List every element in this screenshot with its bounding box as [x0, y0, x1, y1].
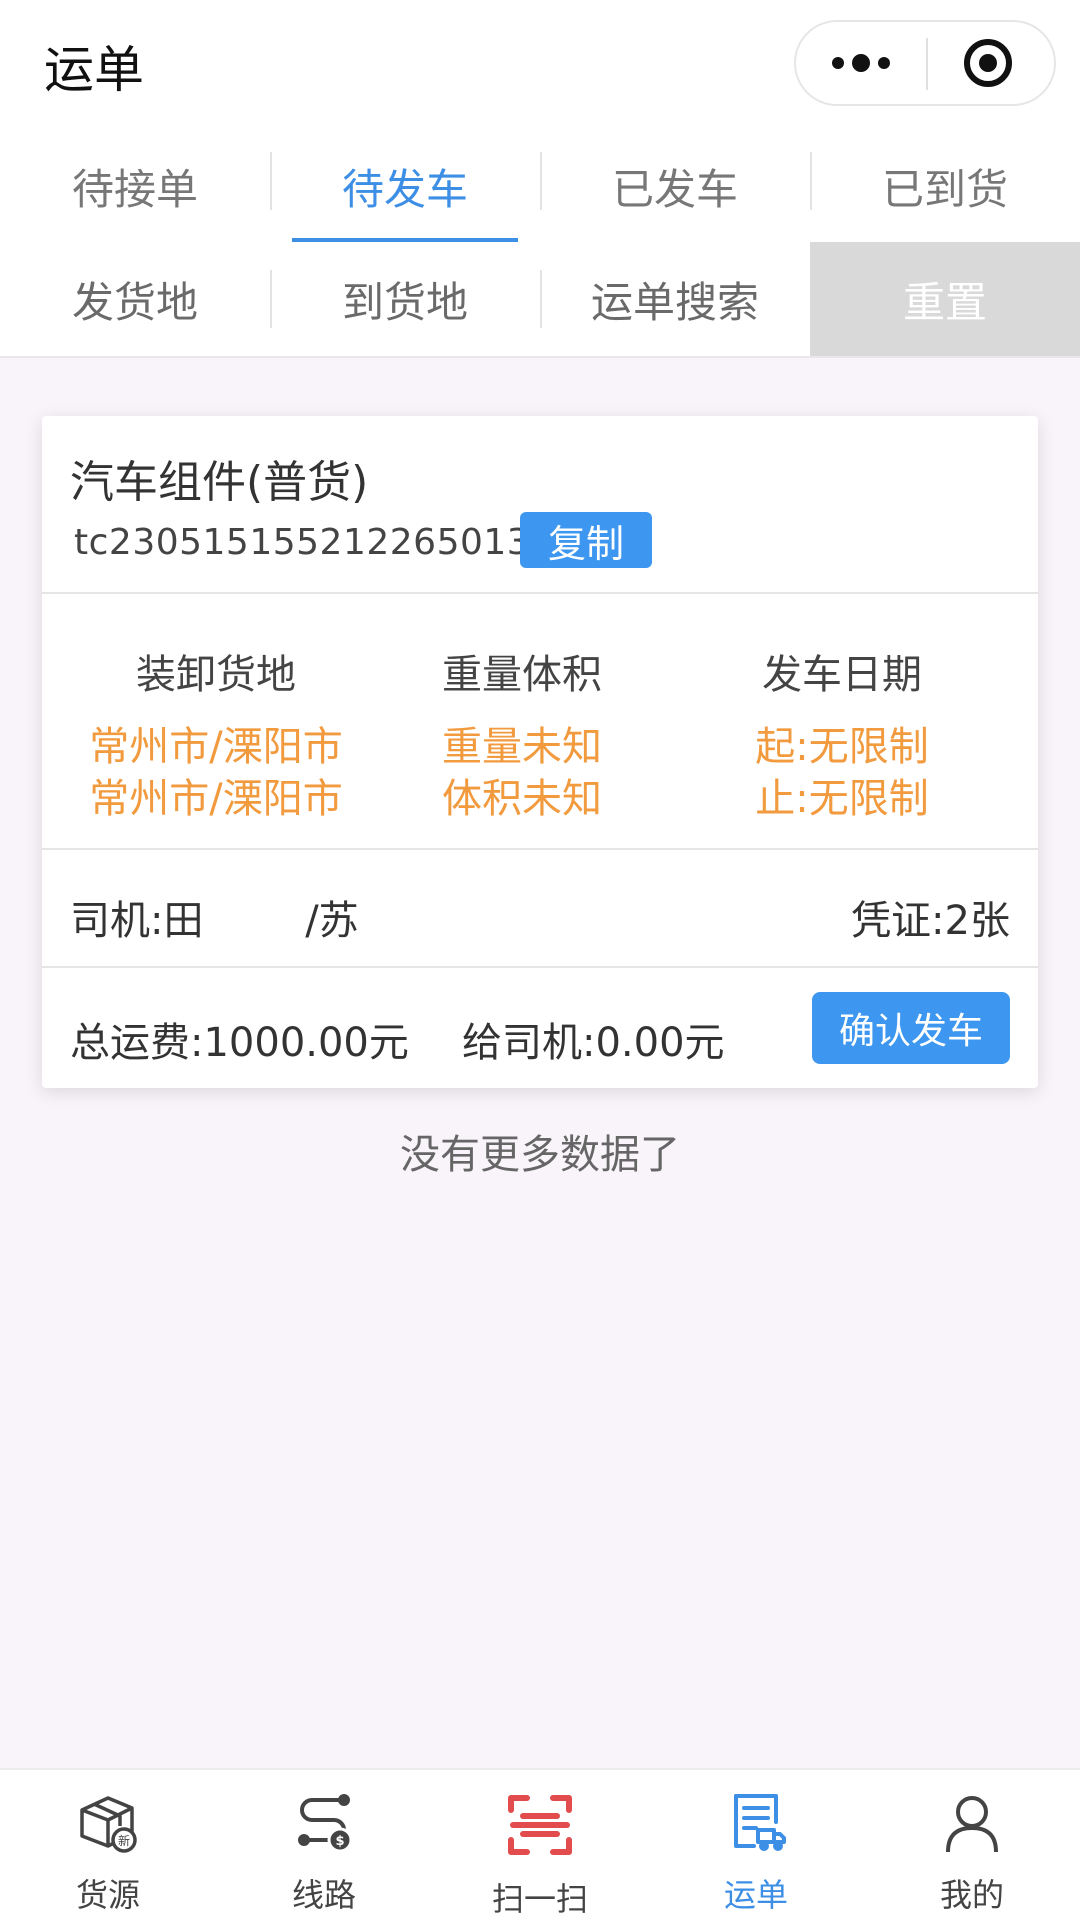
order-card-footer: 总运费:1000.00元 给司机:0.00元 确认发车	[42, 970, 1038, 1088]
location-header: 装卸货地	[136, 652, 296, 698]
list-end-text: 没有更多数据了	[400, 1132, 680, 1178]
tabbar-label-route: 线路	[291, 1876, 356, 1914]
tab-pending-accept[interactable]: 待接单	[0, 130, 270, 242]
origin-filter[interactable]: 发货地	[0, 242, 270, 356]
weight-volume-column: 重量体积 重量未知 体积未知	[372, 596, 672, 822]
tabbar-label-mine: 我的	[939, 1876, 1004, 1914]
location-column: 装卸货地 常州市/溧阳市 常州市/溧阳市	[66, 596, 366, 822]
scan-icon	[508, 1795, 572, 1855]
tabbar-label-cargo: 货源	[75, 1876, 140, 1914]
svg-text:新: 新	[118, 1833, 130, 1848]
reset-button[interactable]: 重置	[810, 242, 1080, 356]
total-freight: 总运费:1000.00元	[70, 1020, 409, 1066]
tab-arrived[interactable]: 已到货	[810, 130, 1080, 242]
order-search-button[interactable]: 运单搜索	[540, 242, 810, 356]
driver-payment: 给司机:0.00元	[462, 1020, 725, 1066]
departure-date-column: 发车日期 起:无限制 止:无限制	[692, 596, 992, 822]
tabbar-item-mine[interactable]: 我的	[864, 1770, 1080, 1920]
page-title: 运单	[44, 41, 144, 99]
cargo-box-icon: 新	[80, 1796, 137, 1853]
loading-place: 常州市/溧阳市	[89, 724, 343, 770]
unloading-place: 常州市/溧阳市	[89, 776, 343, 822]
more-icon[interactable]	[796, 22, 926, 104]
order-card[interactable]: 汽车组件(普货) tc230515155212265013 复制 装卸货地 常州…	[42, 416, 1038, 1088]
tabbar-label-waybill: 运单	[723, 1876, 788, 1914]
start-date: 起:无限制	[755, 724, 929, 770]
end-date: 止:无限制	[755, 776, 929, 822]
driver-row: 司机:田 /苏 凭证:2张	[42, 852, 1038, 968]
bottom-tab-bar: 新 货源 $ 线路 扫一扫 运单 我的	[0, 1768, 1080, 1920]
copy-button[interactable]: 复制	[520, 512, 652, 568]
status-tabs: 待接单 待发车 已发车 已到货	[0, 130, 1080, 242]
navigation-bar: 运单	[0, 0, 1080, 130]
tab-pending-depart[interactable]: 待发车	[270, 130, 540, 242]
tab-departed[interactable]: 已发车	[540, 130, 810, 242]
tabbar-item-waybill[interactable]: 运单	[648, 1770, 864, 1920]
order-card-header: 汽车组件(普货) tc230515155212265013 复制	[42, 416, 1038, 594]
tabbar-label-scan: 扫一扫	[491, 1880, 588, 1918]
weight-value: 重量未知	[442, 724, 602, 770]
order-number: tc230515155212265013	[74, 522, 531, 563]
tabbar-item-cargo[interactable]: 新 货源	[0, 1770, 216, 1920]
waybill-icon	[734, 1794, 786, 1851]
filter-bar: 发货地 到货地 运单搜索 重置	[0, 242, 1080, 358]
cargo-name: 汽车组件(普货)	[70, 457, 369, 508]
miniprogram-capsule	[794, 20, 1056, 106]
departure-date-header: 发车日期	[762, 652, 922, 698]
route-icon: $	[298, 1794, 353, 1853]
confirm-depart-button[interactable]: 确认发车	[812, 992, 1010, 1064]
user-icon	[946, 1796, 998, 1853]
capsule-divider	[926, 38, 928, 90]
voucher-count[interactable]: 凭证:2张	[851, 888, 1010, 946]
close-target-icon[interactable]	[964, 39, 1012, 87]
tabbar-item-route[interactable]: $ 线路	[216, 1770, 432, 1920]
weight-volume-header: 重量体积	[442, 652, 602, 698]
tabbar-item-scan[interactable]: 扫一扫	[432, 1770, 648, 1920]
order-info: 装卸货地 常州市/溧阳市 常州市/溧阳市 重量体积 重量未知 体积未知 发车日期…	[42, 596, 1038, 850]
svg-text:$: $	[335, 1834, 344, 1849]
volume-value: 体积未知	[442, 776, 602, 822]
destination-filter[interactable]: 到货地	[270, 242, 540, 356]
driver-info: 司机:田 /苏	[70, 898, 359, 944]
